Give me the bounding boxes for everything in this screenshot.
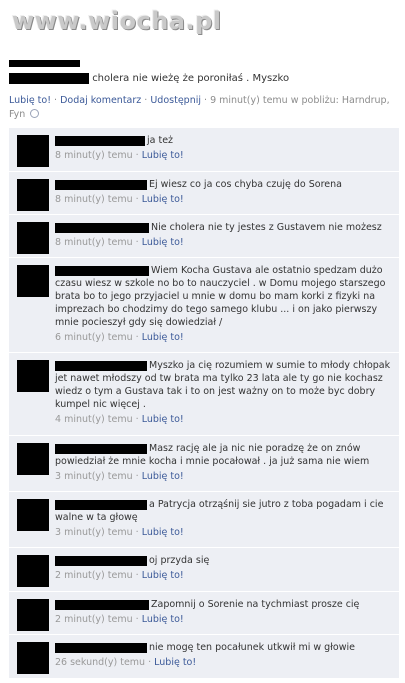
redacted-name bbox=[9, 60, 80, 67]
comment-like-link[interactable]: Lubię to! bbox=[142, 194, 184, 205]
redacted-name[interactable] bbox=[55, 360, 147, 371]
post-text: cholera nie wieżę że poroniłaś . Myszko bbox=[9, 72, 399, 85]
redacted-name[interactable] bbox=[55, 599, 149, 610]
post-actions: Lubię to! · Dodaj komentarz · Udostępnij… bbox=[9, 95, 390, 120]
comment-text: ja też bbox=[147, 135, 174, 146]
redacted-name[interactable] bbox=[55, 499, 147, 510]
redacted-name[interactable] bbox=[55, 135, 145, 146]
redacted-name bbox=[9, 72, 89, 84]
comment-item: Wiem Kocha Gustava ale ostatnio spedzam … bbox=[9, 257, 399, 352]
avatar[interactable] bbox=[17, 599, 49, 631]
comment-item: Myszko ja cię rozumiem w sumie to młody … bbox=[9, 352, 399, 435]
comment-like-link[interactable]: Lubię to! bbox=[142, 414, 184, 425]
redacted-name[interactable] bbox=[55, 222, 149, 233]
redacted-name[interactable] bbox=[55, 642, 147, 653]
redacted-name[interactable] bbox=[55, 555, 147, 566]
comment-time: 2 minut(y) temu bbox=[55, 614, 133, 625]
comment-text: Ej wiesz co ja cos chyba czuję do Sorena bbox=[149, 179, 342, 190]
comment-like-link[interactable]: Lubię to! bbox=[142, 237, 184, 248]
comment-time: 8 minut(y) temu bbox=[55, 237, 133, 248]
comment-item: oj przyda się 2 minut(y) temu · Lubię to… bbox=[9, 547, 399, 591]
post-like-link[interactable]: Lubię to! bbox=[9, 95, 51, 106]
redacted-name[interactable] bbox=[55, 265, 149, 276]
comment-text: nie mogę ten pocałunek utkwił mi w głowi… bbox=[149, 642, 355, 653]
avatar[interactable] bbox=[17, 179, 49, 211]
avatar[interactable] bbox=[17, 642, 49, 674]
avatar[interactable] bbox=[17, 360, 49, 392]
comment-time: 3 minut(y) temu bbox=[55, 527, 133, 538]
comment-item: Ej wiesz co ja cos chyba czuję do Sorena… bbox=[9, 171, 399, 214]
comment-item: Masz rację ale ja nic nie poradzę że on … bbox=[9, 435, 399, 491]
comment-time: 8 minut(y) temu bbox=[55, 194, 133, 205]
comment-like-link[interactable]: Lubię to! bbox=[142, 471, 184, 482]
avatar[interactable] bbox=[17, 499, 49, 531]
comment-like-link[interactable]: Lubię to! bbox=[142, 570, 184, 581]
comment-item: Zapomnij o Sorenie na tychmiast prosze c… bbox=[9, 591, 399, 634]
comment-text: Nie cholera nie ty jestes z Gustavem nie… bbox=[151, 222, 382, 233]
comment-item: ja też 8 minut(y) temu · Lubię to! bbox=[9, 127, 399, 171]
comment-text: Zapomnij o Sorenie na tychmiast prosze c… bbox=[151, 599, 360, 610]
comment-like-link[interactable]: Lubię to! bbox=[142, 614, 184, 625]
comment-item: Nie cholera nie ty jestes z Gustavem nie… bbox=[9, 214, 399, 257]
globe-icon bbox=[30, 109, 40, 118]
avatar[interactable] bbox=[17, 555, 49, 587]
comment-time: 3 minut(y) temu bbox=[55, 471, 133, 482]
comment-like-link[interactable]: Lubię to! bbox=[154, 657, 196, 668]
comment-like-link[interactable]: Lubię to! bbox=[142, 527, 184, 538]
post-message: cholera nie wieżę że poroniłaś . Myszko bbox=[92, 73, 290, 84]
avatar[interactable] bbox=[17, 135, 49, 167]
watermark: www.wiocha.pl bbox=[12, 7, 222, 35]
avatar[interactable] bbox=[17, 222, 49, 254]
comment-item: a Patrycja otrząśnij sie jutro z toba po… bbox=[9, 491, 399, 547]
comment-time: 4 minut(y) temu bbox=[55, 414, 133, 425]
comment-time: 6 minut(y) temu bbox=[55, 332, 133, 343]
redacted-name[interactable] bbox=[55, 443, 147, 454]
comment-time: 26 sekund(y) temu bbox=[55, 657, 146, 668]
comment-time: 2 minut(y) temu bbox=[55, 570, 133, 581]
comment-item: nie mogę ten pocałunek utkwił mi w głowi… bbox=[9, 634, 399, 678]
comment-like-link[interactable]: Lubię to! bbox=[142, 332, 184, 343]
post-comment-link[interactable]: Dodaj komentarz bbox=[60, 95, 141, 106]
comment-text: oj przyda się bbox=[149, 555, 210, 566]
avatar[interactable] bbox=[17, 443, 49, 475]
comment-time: 8 minut(y) temu bbox=[55, 150, 133, 161]
comment-like-link[interactable]: Lubię to! bbox=[142, 150, 184, 161]
redacted-name[interactable] bbox=[55, 179, 147, 190]
post-share-link[interactable]: Udostępnij bbox=[150, 95, 201, 106]
avatar[interactable] bbox=[17, 265, 49, 297]
